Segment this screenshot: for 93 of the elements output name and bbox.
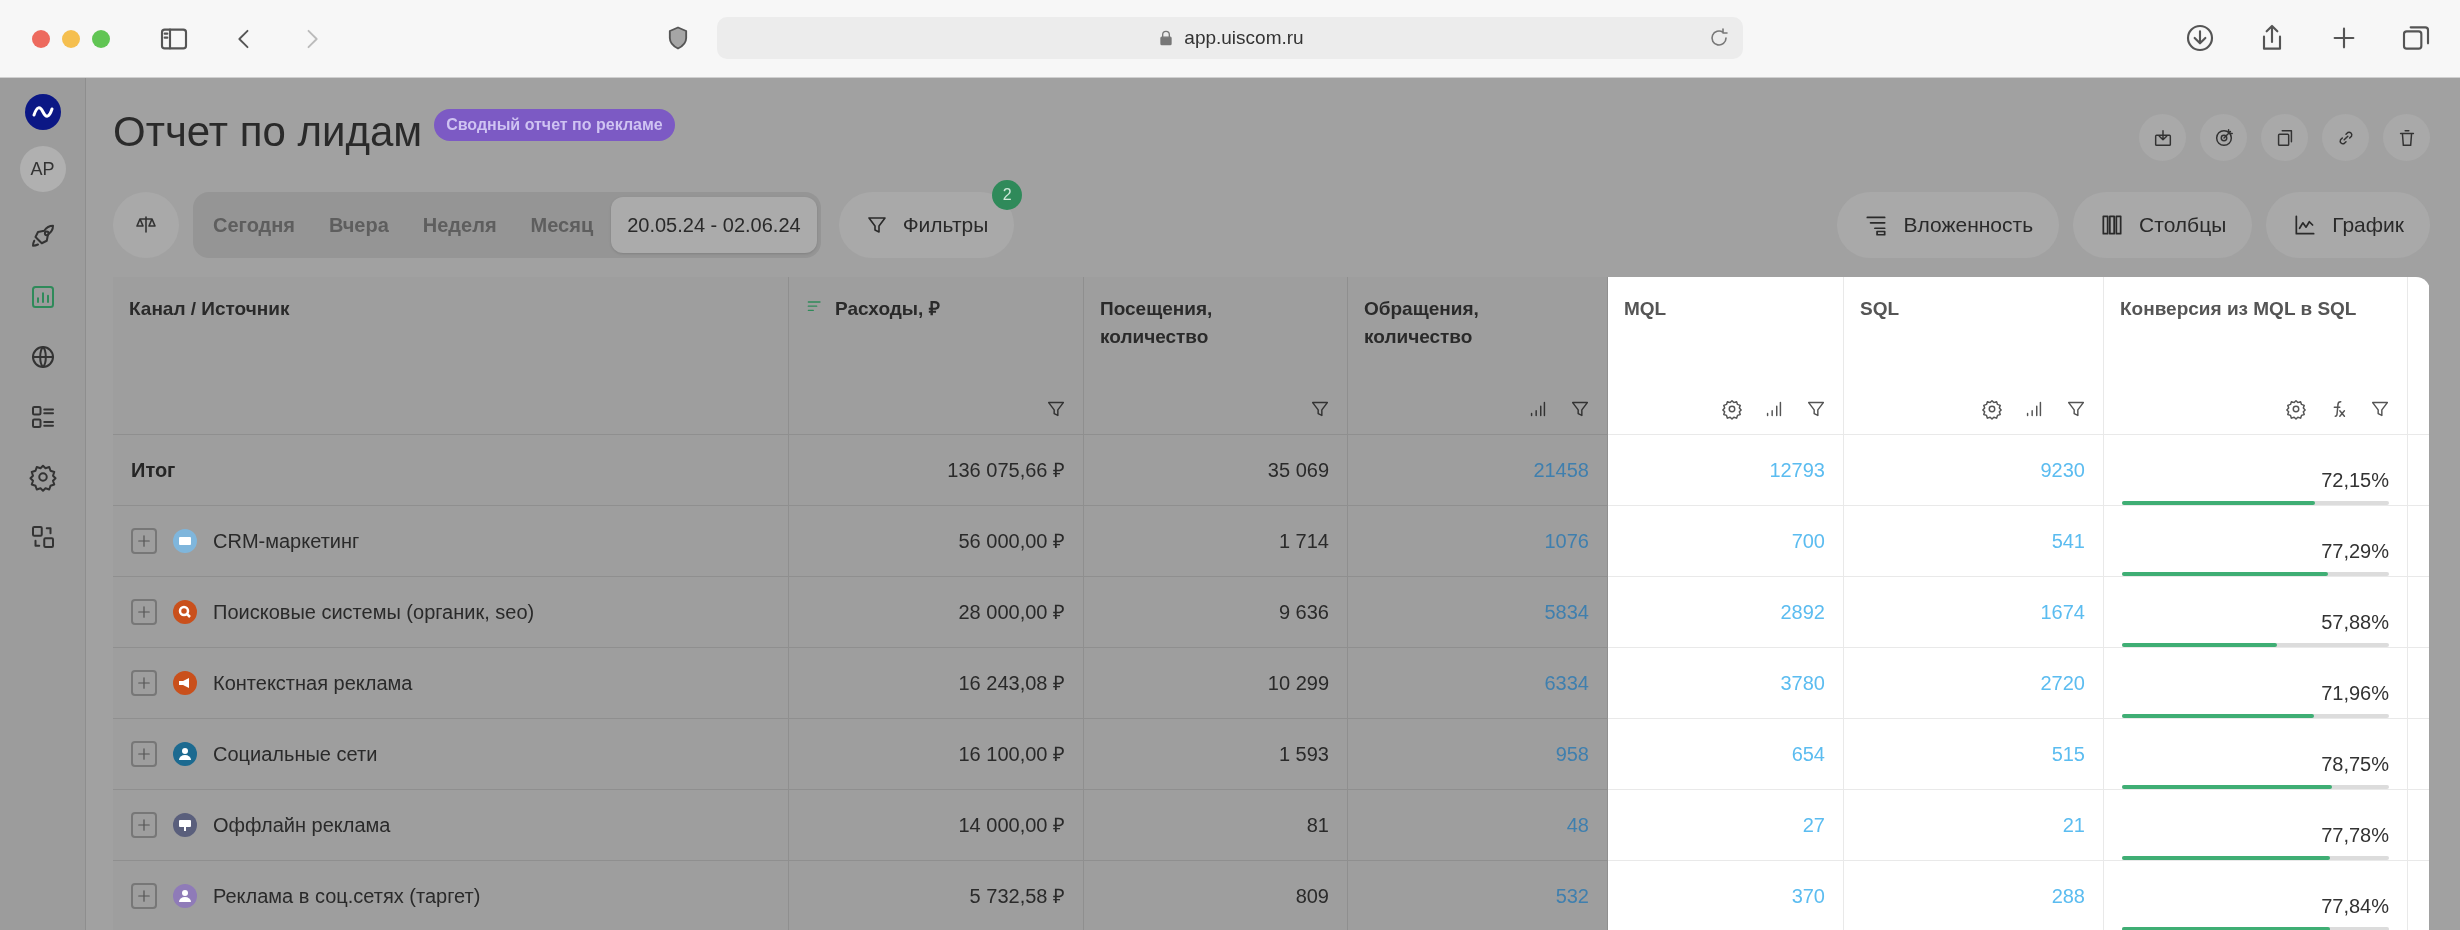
- settings-icon: [1721, 398, 1743, 421]
- column-title: Расходы, ₽: [835, 297, 940, 322]
- logo-icon: [24, 94, 61, 130]
- column-title: SQL: [1860, 297, 1900, 322]
- conversion-value: 72,15%: [2320, 468, 2389, 494]
- number-link[interactable]: 515: [2051, 739, 2085, 770]
- view-button[interactable]: График: [2266, 191, 2430, 258]
- column-header[interactable]: Обращения, количество: [1348, 277, 1608, 436]
- row-label[interactable]: Реклама в соц.сетях (таргет): [213, 881, 481, 912]
- maximize-window-button[interactable]: [92, 29, 110, 48]
- expand-button[interactable]: [131, 883, 157, 910]
- number-link[interactable]: 2892: [1780, 597, 1825, 628]
- table-cell-value: 14 000,00 ₽: [958, 813, 1065, 839]
- table-cell-value: 136 075,66 ₽: [947, 458, 1065, 484]
- conversion-value: 77,84%: [2320, 894, 2389, 920]
- close-window-button[interactable]: [32, 29, 50, 48]
- conversion-value: 77,29%: [2320, 539, 2389, 565]
- minimize-window-button[interactable]: [62, 29, 80, 48]
- row-label[interactable]: Поисковые системы (органик, seo): [213, 597, 535, 628]
- number-link[interactable]: 288: [2051, 881, 2085, 912]
- trash-button[interactable]: [2383, 114, 2430, 161]
- url-text: app.uiscom.ru: [1184, 25, 1304, 50]
- column-header[interactable]: Расходы, ₽: [789, 277, 1084, 436]
- table-cell-value: 16 243,08 ₽: [958, 671, 1065, 697]
- expand-button[interactable]: [131, 599, 157, 626]
- expand-button[interactable]: [131, 741, 157, 768]
- number-link[interactable]: 541: [2051, 526, 2085, 557]
- copy-button[interactable]: [2261, 114, 2308, 161]
- number-link[interactable]: 48: [1566, 810, 1589, 841]
- view-button[interactable]: Вложенность: [1837, 191, 2060, 258]
- table-cell-value: 10 299: [1267, 671, 1329, 697]
- conversion-value: 57,88%: [2320, 610, 2389, 636]
- table-cell-value: 28 000,00 ₽: [958, 600, 1065, 626]
- number-link[interactable]: 21458: [1533, 455, 1589, 486]
- number-link[interactable]: 27: [1802, 810, 1825, 841]
- conversion-value: 77,78%: [2320, 823, 2389, 849]
- column-header[interactable]: MQL: [1608, 277, 1844, 436]
- row-label[interactable]: Оффлайн реклама: [213, 810, 391, 841]
- number-link[interactable]: 9230: [2040, 455, 2085, 486]
- number-link[interactable]: 6334: [1544, 668, 1589, 699]
- expand-button[interactable]: [131, 812, 157, 839]
- table-cell-value: 81: [1306, 813, 1329, 839]
- table-cell-value: 35 069: [1267, 458, 1329, 484]
- table-cell-value: 1 593: [1278, 742, 1329, 768]
- number-link[interactable]: 5834: [1544, 597, 1589, 628]
- table-cell-value: 9 636: [1278, 600, 1329, 626]
- table-cell-value: 5 732,58 ₽: [969, 884, 1065, 910]
- number-link[interactable]: 12793: [1769, 455, 1825, 486]
- conversion-value: 71,96%: [2320, 681, 2389, 707]
- number-link[interactable]: 1076: [1544, 526, 1589, 557]
- target-button[interactable]: [2200, 114, 2247, 161]
- settings-icon[interactable]: [27, 462, 58, 492]
- expand-button[interactable]: [131, 670, 157, 697]
- row-label[interactable]: CRM-маркетинг: [213, 526, 360, 557]
- download-icon: [2184, 22, 2216, 54]
- page-title: Отчет по лидам: [113, 107, 423, 157]
- number-link[interactable]: 532: [1555, 881, 1589, 912]
- avatar[interactable]: AP: [19, 146, 66, 192]
- period-tab[interactable]: 20.05.24 - 02.06.24: [611, 196, 817, 253]
- expand-button[interactable]: [131, 528, 157, 555]
- export-button[interactable]: [2139, 114, 2186, 161]
- settings-icon: [1981, 398, 2003, 421]
- row-label[interactable]: Контекстная реклама: [213, 668, 413, 699]
- conversion-value: 78,75%: [2320, 752, 2389, 778]
- table-cell-value: 809: [1295, 884, 1329, 910]
- number-link[interactable]: 958: [1555, 739, 1589, 770]
- filter-count-badge: 2: [992, 179, 1023, 210]
- table-cell-value: 1 714: [1278, 529, 1329, 555]
- view-button[interactable]: Столбцы: [2073, 191, 2253, 258]
- link-button[interactable]: [2322, 114, 2369, 161]
- column-title: Конверсия из MQL в SQL: [2120, 297, 2357, 322]
- table-cell-value: 56 000,00 ₽: [958, 529, 1065, 555]
- number-link[interactable]: 2720: [2040, 668, 2085, 699]
- number-link[interactable]: 3780: [1780, 668, 1825, 699]
- column-title: MQL: [1624, 297, 1667, 322]
- column-header[interactable]: SQL: [1844, 277, 2104, 436]
- address-bar[interactable]: app.uiscom.ru: [717, 17, 1743, 59]
- number-link[interactable]: 21: [2062, 810, 2085, 841]
- number-link[interactable]: 1674: [2040, 597, 2085, 628]
- column-title: Посещения, количество: [1100, 297, 1214, 350]
- number-link[interactable]: 370: [1791, 881, 1825, 912]
- settings-icon: [2285, 398, 2307, 421]
- column-title: Обращения, количество: [1364, 297, 1480, 350]
- number-link[interactable]: 700: [1791, 526, 1825, 557]
- table-cell-value: 16 100,00 ₽: [958, 742, 1065, 768]
- column-title: Канал / Источник: [129, 297, 290, 322]
- column-header[interactable]: Конверсия из MQL в SQL: [2104, 277, 2408, 436]
- number-link[interactable]: 654: [1791, 739, 1825, 770]
- column-header[interactable]: Канал / Источник: [113, 277, 789, 436]
- report-tag: Сводный отчет по рекламе: [434, 109, 675, 141]
- row-label[interactable]: Социальные сети: [213, 739, 378, 770]
- column-header[interactable]: Посещения, количество: [1084, 277, 1348, 436]
- row-label: Итог: [131, 458, 176, 484]
